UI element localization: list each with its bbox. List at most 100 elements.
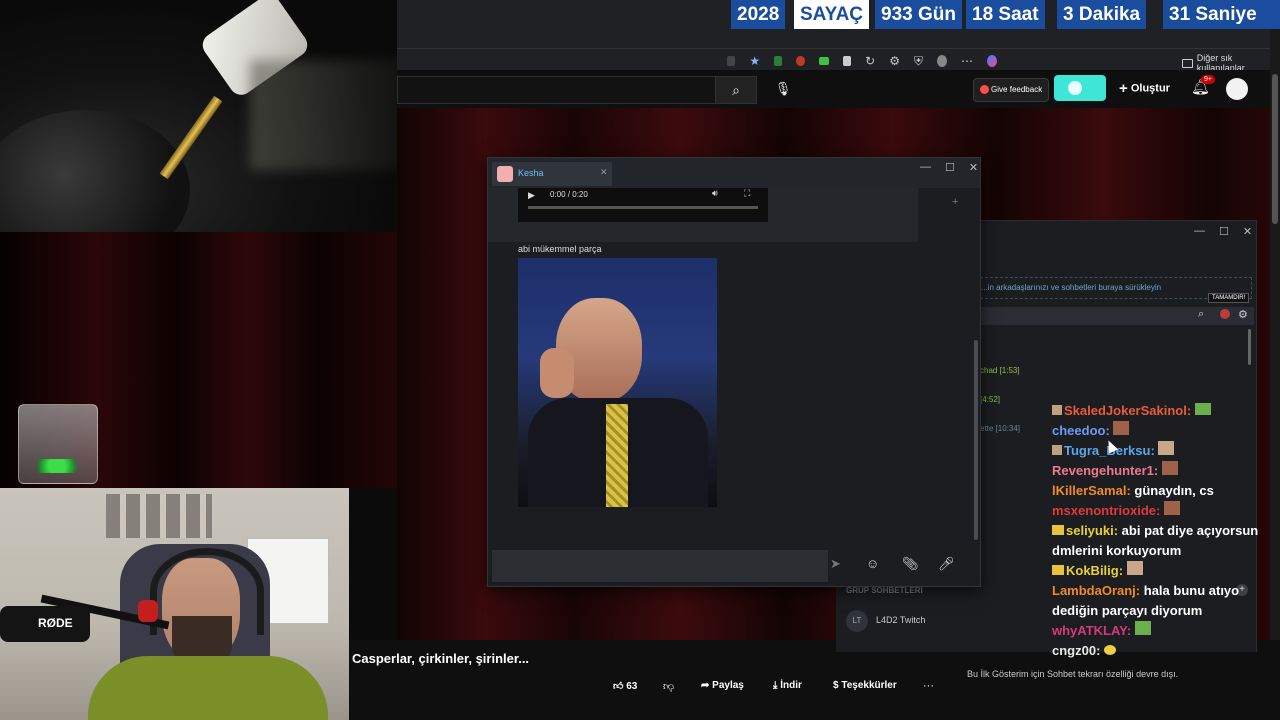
fullscreen-icon[interactable]: ⛶: [744, 188, 750, 199]
chat-message: LambdaOranj: hala bunu atıyo dediğin par…: [1052, 581, 1268, 621]
extension-icon[interactable]: [727, 56, 736, 66]
extension-icon[interactable]: [796, 56, 805, 66]
group-name: L4D2 Twitch: [876, 615, 926, 625]
chat-message: Revengehunter1:: [1052, 461, 1268, 481]
toggle-knob: [1068, 81, 1082, 95]
minimize-icon[interactable]: —: [920, 161, 931, 174]
maximize-icon[interactable]: ☐: [945, 161, 955, 174]
group-avatar: LT: [846, 610, 868, 632]
colon: :: [1118, 563, 1124, 578]
chat-username: msxenontrioxide: [1052, 503, 1157, 518]
more-actions-button[interactable]: ···: [923, 680, 934, 692]
chat-emote: [1194, 403, 1211, 415]
voice-button[interactable]: 🎤︎: [938, 556, 955, 572]
volume-icon[interactable]: 🔊︎: [712, 188, 718, 199]
audio-progress[interactable]: [528, 206, 758, 209]
colon: :: [1150, 443, 1155, 458]
refresh-icon[interactable]: ↻: [865, 54, 875, 68]
download-button[interactable]: ⤓ İndir: [773, 680, 802, 691]
star-icon[interactable]: ★: [749, 54, 760, 68]
colon: :: [1153, 463, 1159, 478]
chat-tab[interactable]: Kesha ✕: [492, 162, 612, 186]
live-toggle[interactable]: [1054, 75, 1106, 101]
friends-scrollbar[interactable]: [1248, 329, 1251, 365]
group-chat-item[interactable]: LT L4D2 Twitch: [846, 610, 1046, 632]
close-icon[interactable]: ✕: [1243, 225, 1252, 239]
youtube-header: ⌕ 🎙︎ Give feedback + Oluştur 🔔︎ 9+: [397, 70, 1280, 108]
more-icon[interactable]: ⋯: [961, 54, 973, 68]
play-icon[interactable]: ▶: [528, 190, 535, 201]
mic-brand-label: RØDE: [38, 616, 73, 630]
chat-emote: [1113, 421, 1130, 435]
emoticon-icon: ☺: [866, 556, 880, 571]
give-feedback-button[interactable]: Give feedback: [973, 78, 1049, 102]
audio-player[interactable]: ▶ 0:00 / 0:20 🔊︎ ⛶: [518, 188, 768, 222]
jar-contents: [29, 459, 85, 473]
done-badge[interactable]: TAMAMDIR!: [1208, 293, 1250, 303]
window-controls: — ☐ ✕: [920, 161, 978, 174]
account-avatar[interactable]: [1226, 78, 1248, 100]
chat-username: Revengehunter1: [1052, 463, 1154, 478]
chat-message: Tugra_Berksu:: [1052, 441, 1268, 461]
chat-username: SkaledJokerSakinol: [1064, 403, 1187, 418]
search-input[interactable]: [397, 76, 716, 104]
notifications-button[interactable]: 🔔︎ 9+: [1191, 75, 1215, 100]
feedback-icon: [979, 85, 989, 95]
green-shirt: [88, 656, 328, 720]
chat-username: LambdaOranj: [1052, 583, 1136, 598]
like-button[interactable]: 👍︎ 63: [613, 680, 637, 692]
webcam-closeup: [0, 0, 397, 232]
tab-close-icon[interactable]: ✕: [600, 167, 608, 178]
group-chats-header: GRUP SOHBETLERİ: [846, 586, 923, 595]
audio-message: ▶ 0:00 / 0:20 🔊︎ ⛶: [488, 188, 918, 242]
chat-message: lKillerSamal: günaydın, cs: [1052, 481, 1268, 501]
thumbs-down-icon: 👎︎: [663, 681, 675, 693]
thanks-button[interactable]: $ Teşekkürler: [833, 680, 897, 691]
chat-text: günaydın, cs: [1134, 483, 1214, 498]
wall-photos: [106, 494, 212, 538]
chat-scrollbar[interactable]: [974, 340, 978, 540]
add-friend-icon[interactable]: [1220, 309, 1230, 319]
minimize-icon[interactable]: —: [1194, 225, 1205, 239]
add-icon[interactable]: +: [952, 196, 958, 208]
chat-emote: [1104, 645, 1117, 655]
paperclip-icon: 📎︎: [902, 556, 919, 571]
colon: :: [1126, 483, 1131, 498]
profile-avatar[interactable]: [937, 55, 948, 67]
emoticon-button[interactable]: ☺: [866, 556, 879, 571]
copilot-icon[interactable]: [987, 55, 998, 67]
photo-hand: [540, 348, 574, 398]
chat-window[interactable]: Kesha ✕ — ☐ ✕ ▶ 0:00 / 0:20 🔊︎ ⛶ + abi m…: [487, 157, 981, 587]
maximize-icon[interactable]: ☐: [1219, 225, 1229, 239]
shield-icon[interactable]: ⛨: [914, 54, 923, 69]
notification-badge: 9+: [1201, 75, 1215, 84]
counter-hours: 18 Saat: [966, 0, 1045, 29]
microphone-icon[interactable]: 🎙︎: [773, 79, 793, 99]
chat-image[interactable]: [518, 258, 717, 507]
close-icon[interactable]: ✕: [969, 161, 978, 174]
page-scrollbar[interactable]: [1270, 0, 1280, 720]
send-icon: ➤: [830, 556, 841, 571]
pop-filter-red: [138, 600, 158, 622]
send-button[interactable]: ➤: [830, 556, 841, 572]
settings-icon[interactable]: ⚙: [1238, 308, 1248, 321]
extension-icon[interactable]: [774, 56, 783, 66]
badge-icon: [1052, 445, 1062, 455]
extension-icon[interactable]: [818, 57, 829, 65]
colon: :: [1113, 523, 1119, 538]
extension-icon[interactable]: [842, 56, 852, 66]
search-button[interactable]: ⌕: [715, 76, 757, 104]
search-icon[interactable]: ⌕: [1198, 308, 1204, 321]
share-button[interactable]: ➦ Paylaş: [701, 680, 744, 691]
chat-message: seliyuki: abi pat diye açıyorsun dmlerin…: [1052, 521, 1268, 561]
message-input[interactable]: [492, 550, 828, 582]
create-button[interactable]: + Oluştur: [1119, 80, 1170, 97]
extension-icon[interactable]: ⚙: [889, 54, 900, 68]
chat-titlebar: Kesha ✕ — ☐ ✕: [488, 158, 980, 188]
badge-icon: [1052, 405, 1062, 415]
colon: :: [1126, 623, 1132, 638]
scrollbar-thumb[interactable]: [1272, 74, 1278, 224]
attach-button[interactable]: 📎︎: [902, 556, 919, 572]
counter-label: SAYAÇ: [794, 0, 870, 29]
dislike-button[interactable]: 👎︎: [663, 680, 674, 693]
